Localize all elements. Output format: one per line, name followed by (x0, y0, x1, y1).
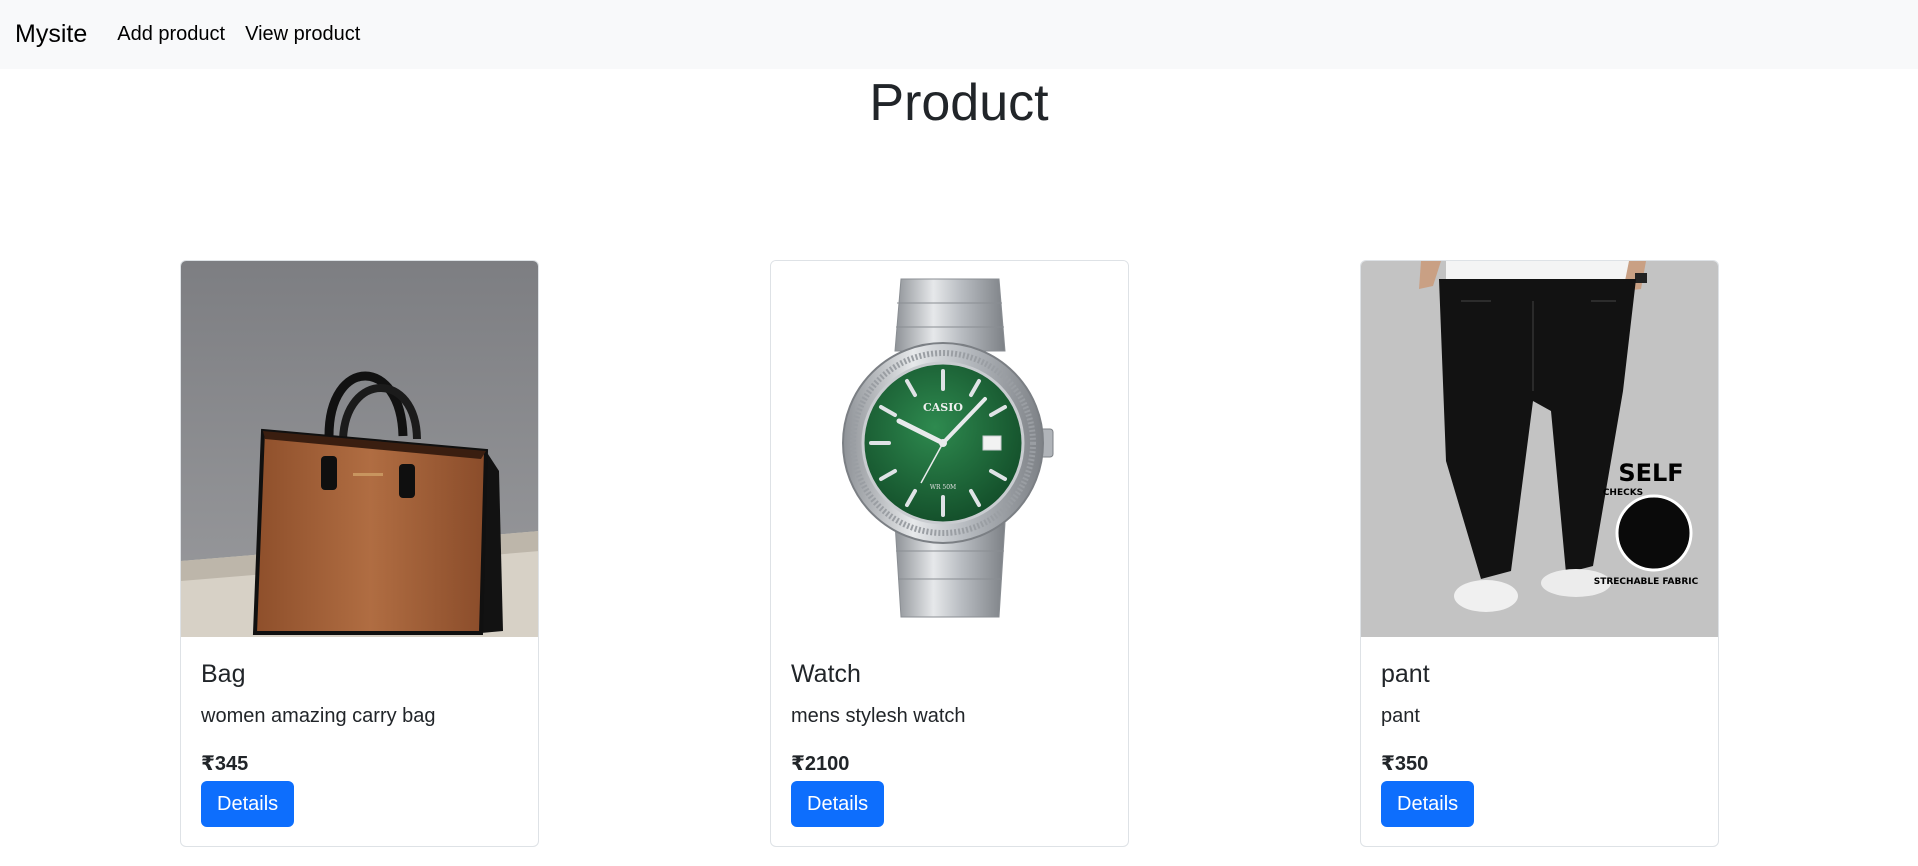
pant-checks-text: CHECKS (1603, 488, 1643, 498)
details-button[interactable]: Details (201, 781, 295, 827)
details-button[interactable]: Details (791, 781, 885, 827)
pant-self-text: SELF (1618, 459, 1683, 487)
product-price: ₹2100 (791, 753, 850, 775)
product-card-watch: CASIO WR 50M Watch mens stylesh watch ₹2… (770, 260, 1129, 847)
product-price: ₹350 (1381, 753, 1429, 775)
watch-wr-text: WR 50M (930, 484, 956, 491)
product-description: women amazing carry bag (201, 705, 436, 727)
handbag-image (181, 261, 538, 637)
navbar: Mysite Add product View product (0, 0, 1918, 69)
brand-link[interactable]: Mysite (15, 20, 87, 49)
trousers-image: SELF CHECKS STRECHABLE FABRIC (1361, 261, 1718, 637)
product-price: ₹345 (201, 753, 249, 775)
product-card-pant: SELF CHECKS STRECHABLE FABRIC pant pant … (1360, 260, 1719, 847)
pant-fabric-text: STRECHABLE FABRIC (1594, 577, 1699, 587)
details-button[interactable]: Details (1381, 781, 1475, 827)
nav-link-view-product[interactable]: View product (245, 23, 360, 46)
product-title: pant (1381, 660, 1430, 688)
product-title: Watch (791, 660, 861, 688)
wristwatch-image: CASIO WR 50M (771, 261, 1128, 637)
product-card-bag: Bag women amazing carry bag ₹345 Details (180, 260, 539, 847)
nav-link-add-product[interactable]: Add product (117, 23, 225, 46)
product-description: mens stylesh watch (791, 705, 966, 727)
page-title: Product (869, 74, 1049, 132)
product-description: pant (1381, 705, 1420, 727)
product-title: Bag (201, 660, 246, 688)
watch-brand-text: CASIO (923, 401, 963, 414)
